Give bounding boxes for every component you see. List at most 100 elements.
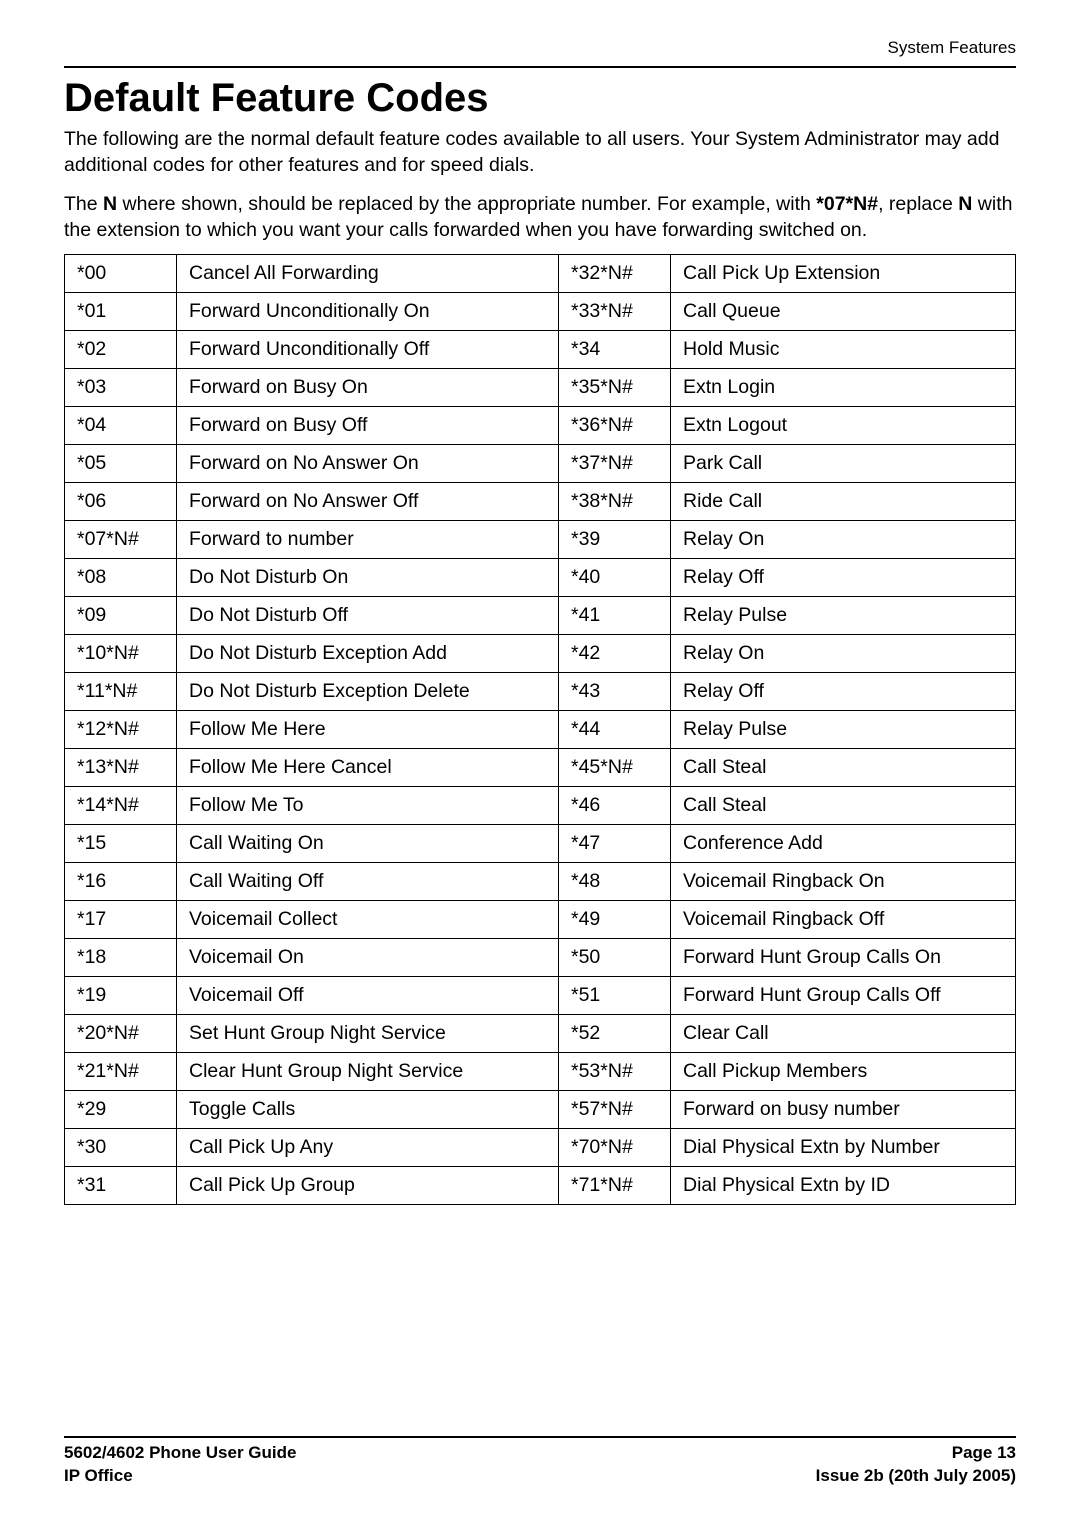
intro2-mid: where shown, should be replaced by the a… <box>117 193 816 215</box>
table-cell: Extn Logout <box>671 406 1016 444</box>
table-cell: *42 <box>559 634 671 672</box>
table-cell: Voicemail Ringback On <box>671 862 1016 900</box>
table-cell: *03 <box>65 368 177 406</box>
footer-left-1: 5602/4602 Phone User Guide <box>64 1442 296 1465</box>
footer: 5602/4602 Phone User Guide Page 13 IP Of… <box>64 1436 1016 1488</box>
table-row: *29Toggle Calls*57*N#Forward on busy num… <box>65 1090 1016 1128</box>
table-row: *03Forward on Busy On*35*N#Extn Login <box>65 368 1016 406</box>
table-cell: Clear Call <box>671 1014 1016 1052</box>
table-cell: Hold Music <box>671 330 1016 368</box>
table-cell: Ride Call <box>671 482 1016 520</box>
table-cell: Call Waiting On <box>177 824 559 862</box>
table-cell: Relay Pulse <box>671 710 1016 748</box>
table-cell: *53*N# <box>559 1052 671 1090</box>
table-row: *15Call Waiting On*47Conference Add <box>65 824 1016 862</box>
table-cell: *36*N# <box>559 406 671 444</box>
table-row: *12*N#Follow Me Here*44Relay Pulse <box>65 710 1016 748</box>
table-cell: *33*N# <box>559 292 671 330</box>
table-cell: *45*N# <box>559 748 671 786</box>
table-cell: Call Queue <box>671 292 1016 330</box>
table-cell: *19 <box>65 976 177 1014</box>
intro2-bold-code: *07*N# <box>816 193 878 215</box>
table-cell: *10*N# <box>65 634 177 672</box>
table-row: *17Voicemail Collect*49Voicemail Ringbac… <box>65 900 1016 938</box>
table-row: *10*N#Do Not Disturb Exception Add*42Rel… <box>65 634 1016 672</box>
table-cell: Call Pick Up Group <box>177 1166 559 1204</box>
table-cell: *07*N# <box>65 520 177 558</box>
table-cell: Call Pick Up Extension <box>671 254 1016 292</box>
table-row: *00Cancel All Forwarding*32*N#Call Pick … <box>65 254 1016 292</box>
table-cell: *12*N# <box>65 710 177 748</box>
footer-right-2: Issue 2b (20th July 2005) <box>816 1465 1016 1488</box>
table-cell: Call Steal <box>671 748 1016 786</box>
intro2-bold-n2: N <box>958 193 972 215</box>
table-cell: *09 <box>65 596 177 634</box>
table-cell: Conference Add <box>671 824 1016 862</box>
footer-rule <box>64 1436 1016 1438</box>
table-cell: *43 <box>559 672 671 710</box>
table-cell: *52 <box>559 1014 671 1052</box>
table-cell: *38*N# <box>559 482 671 520</box>
table-cell: *46 <box>559 786 671 824</box>
table-row: *08Do Not Disturb On*40Relay Off <box>65 558 1016 596</box>
table-cell: Call Steal <box>671 786 1016 824</box>
table-cell: Follow Me Here Cancel <box>177 748 559 786</box>
table-row: *31Call Pick Up Group*71*N#Dial Physical… <box>65 1166 1016 1204</box>
page: System Features Default Feature Codes Th… <box>0 0 1080 1528</box>
table-cell: Call Pick Up Any <box>177 1128 559 1166</box>
table-cell: *00 <box>65 254 177 292</box>
table-cell: *47 <box>559 824 671 862</box>
table-cell: Follow Me Here <box>177 710 559 748</box>
table-cell: *06 <box>65 482 177 520</box>
table-cell: *71*N# <box>559 1166 671 1204</box>
table-cell: *16 <box>65 862 177 900</box>
table-cell: Extn Login <box>671 368 1016 406</box>
table-cell: *13*N# <box>65 748 177 786</box>
table-cell: *32*N# <box>559 254 671 292</box>
table-row: *18Voicemail On*50Forward Hunt Group Cal… <box>65 938 1016 976</box>
table-cell: *11*N# <box>65 672 177 710</box>
table-cell: *41 <box>559 596 671 634</box>
table-cell: Forward Hunt Group Calls Off <box>671 976 1016 1014</box>
table-cell: Do Not Disturb Exception Delete <box>177 672 559 710</box>
table-cell: Do Not Disturb Off <box>177 596 559 634</box>
table-row: *06Forward on No Answer Off*38*N#Ride Ca… <box>65 482 1016 520</box>
footer-row-1: 5602/4602 Phone User Guide Page 13 <box>64 1442 1016 1465</box>
table-row: *05Forward on No Answer On*37*N#Park Cal… <box>65 444 1016 482</box>
table-cell: *08 <box>65 558 177 596</box>
table-cell: *21*N# <box>65 1052 177 1090</box>
table-cell: Cancel All Forwarding <box>177 254 559 292</box>
table-cell: *34 <box>559 330 671 368</box>
table-cell: Do Not Disturb On <box>177 558 559 596</box>
table-cell: Relay Off <box>671 558 1016 596</box>
table-cell: Voicemail Collect <box>177 900 559 938</box>
table-cell: Forward Unconditionally On <box>177 292 559 330</box>
table-cell: *05 <box>65 444 177 482</box>
running-head: System Features <box>64 38 1016 58</box>
table-cell: Dial Physical Extn by ID <box>671 1166 1016 1204</box>
table-cell: *17 <box>65 900 177 938</box>
spacer <box>64 1205 1016 1436</box>
table-cell: Voicemail On <box>177 938 559 976</box>
table-cell: Forward on Busy On <box>177 368 559 406</box>
feature-codes-table: *00Cancel All Forwarding*32*N#Call Pick … <box>64 254 1016 1205</box>
table-row: *04Forward on Busy Off*36*N#Extn Logout <box>65 406 1016 444</box>
table-cell: Relay Off <box>671 672 1016 710</box>
footer-left-2: IP Office <box>64 1465 133 1488</box>
table-row: *01Forward Unconditionally On*33*N#Call … <box>65 292 1016 330</box>
table-cell: Forward Unconditionally Off <box>177 330 559 368</box>
table-row: *21*N#Clear Hunt Group Night Service*53*… <box>65 1052 1016 1090</box>
table-row: *20*N#Set Hunt Group Night Service*52Cle… <box>65 1014 1016 1052</box>
table-cell: Forward to number <box>177 520 559 558</box>
table-cell: *04 <box>65 406 177 444</box>
table-cell: *40 <box>559 558 671 596</box>
table-cell: Follow Me To <box>177 786 559 824</box>
table-cell: Forward on busy number <box>671 1090 1016 1128</box>
intro2-post1: , replace <box>878 193 958 215</box>
table-row: *07*N#Forward to number*39Relay On <box>65 520 1016 558</box>
table-cell: Voicemail Ringback Off <box>671 900 1016 938</box>
header-rule <box>64 66 1016 68</box>
table-cell: *49 <box>559 900 671 938</box>
intro-paragraph-2: The N where shown, should be replaced by… <box>64 192 1016 243</box>
table-cell: Dial Physical Extn by Number <box>671 1128 1016 1166</box>
